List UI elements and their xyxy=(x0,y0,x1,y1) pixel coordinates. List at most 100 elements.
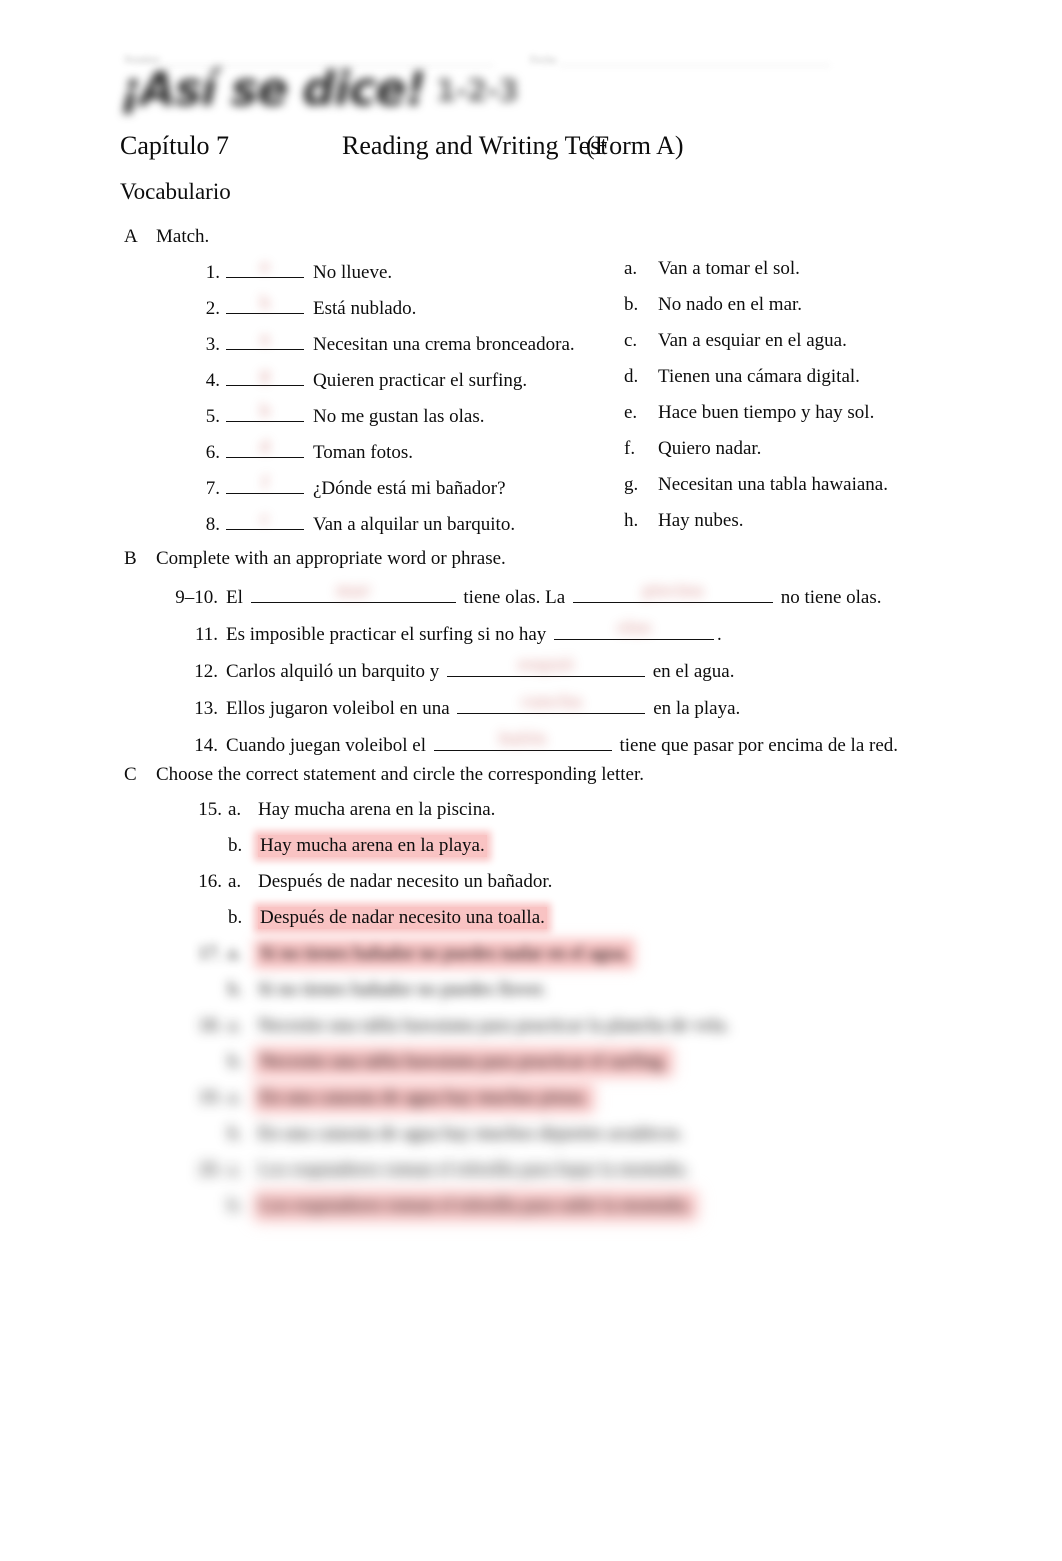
match-item-text: ¿Dónde está mi bañador? xyxy=(313,478,506,499)
match-option-text: Hay nubes. xyxy=(658,510,744,531)
choice-letter[interactable]: b. xyxy=(228,1195,258,1217)
match-option-text: Hace buen tiempo y hay sol. xyxy=(658,402,875,423)
choice-text-selected[interactable]: Los esquiadores toman el telesilla para … xyxy=(258,1195,694,1217)
fill-in-number: 13. xyxy=(194,698,218,719)
match-option: h. Hay nubes. xyxy=(624,510,954,546)
fill-in-blank[interactable]: esquió xyxy=(446,655,645,677)
match-answer-blank[interactable]: c xyxy=(226,509,304,530)
choice-row: b. Necesito una tabla hawaiana para pract… xyxy=(186,1051,976,1087)
choice-text[interactable]: Los esquiadores toman el telesilla para … xyxy=(258,1159,689,1181)
page-title: Capítulo 7 Reading and Writing Test(Form … xyxy=(120,131,950,161)
match-item-text: Van a alquilar un barquito. xyxy=(313,514,516,535)
choice-letter[interactable]: b. xyxy=(228,979,258,1001)
choice-letter[interactable]: a. xyxy=(228,799,258,821)
choice-text[interactable]: Después de nadar necesito un bañador. xyxy=(258,871,552,893)
match-answer-mark: e xyxy=(259,257,271,277)
fill-in-item: 12. Carlos alquiló un barquito y esquió e… xyxy=(150,655,950,694)
section-b-directive: B Complete with an appropriate word or ph… xyxy=(124,548,506,570)
match-item-text: No llueve. xyxy=(313,262,393,283)
choice-text-selected[interactable]: Si no tienes bañador no puedes nadar en … xyxy=(258,943,632,965)
match-item-number: 7. xyxy=(205,478,220,499)
fill-in-text-pre: Ellos jugaron voleibol en una xyxy=(226,698,455,719)
match-item-text: Está nublado. xyxy=(313,298,417,319)
fill-in-blank[interactable]: mar xyxy=(250,581,456,603)
match-item: 2. h Está nublado. xyxy=(192,293,622,330)
choice-letter[interactable]: a. xyxy=(228,1159,258,1181)
fill-in-item: 11. Es imposible practicar el surfing si … xyxy=(150,618,950,657)
match-option-letter: a. xyxy=(624,258,638,279)
choice-letter[interactable]: b. xyxy=(228,907,258,929)
match-answer-mark: b xyxy=(259,401,271,421)
multiple-choice-list: 15. a. Hay mucha arena en la piscina. b. Hay… xyxy=(186,799,976,1231)
section-b-instruction: Complete with an appropriate word or phr… xyxy=(156,548,506,569)
match-option: d. Tienen una cámara digital. xyxy=(624,366,954,402)
fill-in-blank[interactable]: balón xyxy=(433,729,612,751)
section-c-letter: C xyxy=(124,764,137,785)
match-item-number: 8. xyxy=(205,514,220,535)
choice-letter[interactable]: a. xyxy=(228,1087,258,1109)
fill-in-blank[interactable]: olas xyxy=(554,618,715,640)
match-item-number: 6. xyxy=(205,442,220,463)
fill-in-blank[interactable]: cancha xyxy=(457,692,646,714)
choice-text[interactable]: Si no tienes bañador no puedes llover. xyxy=(258,979,547,1001)
choice-row: b. Hay mucha arena en la playa. xyxy=(186,835,976,871)
choice-text[interactable]: Hay mucha arena en la piscina. xyxy=(258,799,495,821)
section-a-letter: A xyxy=(124,226,138,247)
fill-in-text-post: . xyxy=(717,624,722,645)
match-option-letter: c. xyxy=(624,330,638,351)
section-c-instruction: Choose the correct statement and circle … xyxy=(156,764,645,785)
choice-text[interactable]: Necesito una tabla hawaiana para practic… xyxy=(258,1015,730,1037)
choice-item-number: 20. xyxy=(198,1159,222,1180)
choice-text-selected[interactable]: Hay mucha arena en la playa. xyxy=(258,835,487,857)
choice-row: 16. a. Después de nadar necesito un bañado… xyxy=(186,871,976,907)
match-answer-blank[interactable]: d xyxy=(226,437,304,458)
match-option: a. Van a tomar el sol. xyxy=(624,258,954,294)
match-answer-blank[interactable]: g xyxy=(226,365,304,386)
fill-in-answer-mark: mar xyxy=(335,581,371,601)
fill-in-text-pre: Es imposible practicar el surfing si no … xyxy=(226,624,552,645)
fill-in-answer-mark: olas xyxy=(616,618,652,638)
match-item: 1. e No llueve. xyxy=(192,257,622,294)
choice-row: 15. a. Hay mucha arena en la piscina. xyxy=(186,799,976,835)
match-answer-blank[interactable]: e xyxy=(226,257,304,278)
logo-wordmark: ¡Así se dice! xyxy=(120,62,426,116)
choice-letter[interactable]: b. xyxy=(228,1051,258,1073)
program-logo: ¡Así se dice! 1-2-3 xyxy=(120,62,519,116)
match-item: 6. d Toman fotos. xyxy=(192,437,622,474)
match-answer-blank[interactable]: b xyxy=(226,401,304,422)
date-label: Fecha xyxy=(530,54,557,66)
logo-level: 1-2-3 xyxy=(435,74,519,109)
fill-in-text-pre: Carlos alquiló un barquito y xyxy=(226,661,444,682)
choice-letter[interactable]: a. xyxy=(228,871,258,893)
chapter-label: Capítulo 7 xyxy=(120,131,230,160)
match-option-text: No nado en el mar. xyxy=(658,294,803,315)
date-field[interactable]: Fecha xyxy=(530,54,831,66)
match-item-text: Quieren practicar el surfing. xyxy=(313,370,528,391)
choice-text-selected[interactable]: Después de nadar necesito una toalla. xyxy=(258,907,547,929)
section-b-letter: B xyxy=(124,548,137,569)
match-item-number: 2. xyxy=(205,298,220,319)
choice-letter[interactable]: b. xyxy=(228,835,258,857)
match-option-text: Tienen una cámara digital. xyxy=(658,366,860,387)
choice-letter[interactable]: a. xyxy=(228,943,258,965)
choice-item-number: 19. xyxy=(198,1087,222,1108)
match-option: f. Quiero nadar. xyxy=(624,438,954,474)
fill-in-blank[interactable]: piscina xyxy=(572,581,773,603)
worksheet-page: Nombre Fecha ¡Así se dice! 1-2-3 Capítulo… xyxy=(0,0,1062,1561)
fill-in-number: 14. xyxy=(194,735,218,756)
match-answer-blank[interactable]: f xyxy=(226,473,304,494)
choice-item-number: 18. xyxy=(198,1015,222,1036)
choice-letter[interactable]: a. xyxy=(228,1015,258,1037)
match-answer-blank[interactable]: h xyxy=(226,293,304,314)
choice-text[interactable]: En una catarata de agua hay muchos depor… xyxy=(258,1123,684,1145)
match-option: b. No nado en el mar. xyxy=(624,294,954,330)
choice-text-selected[interactable]: Necesito una tabla hawaiana para practic… xyxy=(258,1051,670,1073)
match-option-letter: e. xyxy=(624,402,638,423)
fill-in-answer-mark: cancha xyxy=(520,692,583,712)
choice-letter[interactable]: b. xyxy=(228,1123,258,1145)
choice-text-selected[interactable]: En una catarata de agua hay muchas pista… xyxy=(258,1087,591,1109)
match-item: 7. f ¿Dónde está mi bañador? xyxy=(192,473,622,510)
form-label: (Form A) xyxy=(586,131,684,160)
match-answer-blank[interactable]: a xyxy=(226,329,304,350)
fill-in-text-post: no tiene olas. xyxy=(775,587,882,608)
